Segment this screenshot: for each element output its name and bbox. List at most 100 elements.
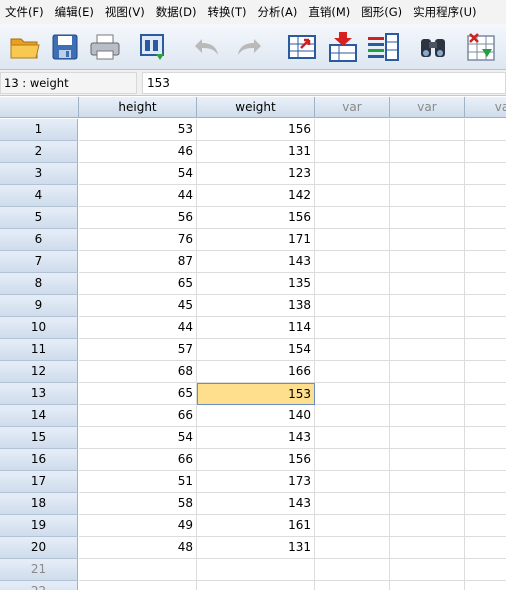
cell-empty-var[interactable] — [315, 141, 390, 163]
print-icon[interactable] — [88, 30, 122, 64]
row-number[interactable]: 12 — [0, 361, 78, 383]
menu-graphs[interactable]: 图形(G) — [356, 0, 402, 24]
row-number[interactable]: 14 — [0, 405, 78, 427]
row-number[interactable]: 1 — [0, 119, 78, 141]
row-number[interactable]: 3 — [0, 163, 78, 185]
cell-empty-var[interactable] — [465, 383, 506, 405]
cell-weight[interactable]: 135 — [197, 273, 315, 295]
row-number[interactable]: 15 — [0, 427, 78, 449]
cell-empty-var[interactable] — [390, 273, 465, 295]
row-number[interactable]: 5 — [0, 207, 78, 229]
cell-empty-var[interactable] — [390, 185, 465, 207]
cell-weight[interactable]: 138 — [197, 295, 315, 317]
cell-weight[interactable]: 161 — [197, 515, 315, 537]
cell-empty-var[interactable] — [315, 185, 390, 207]
cell-empty-var[interactable] — [390, 361, 465, 383]
menu-view[interactable]: 视图(V) — [100, 0, 145, 24]
cell-empty-var[interactable] — [390, 383, 465, 405]
cell-empty-var[interactable] — [465, 163, 506, 185]
cell-empty-var[interactable] — [465, 317, 506, 339]
cell-empty-var[interactable] — [390, 317, 465, 339]
cell-empty-var[interactable] — [390, 339, 465, 361]
cell-empty-var[interactable] — [465, 405, 506, 427]
cell-weight[interactable]: 131 — [197, 537, 315, 559]
row-number[interactable]: 4 — [0, 185, 78, 207]
cell-empty-var[interactable] — [465, 295, 506, 317]
cell-empty-var[interactable] — [465, 339, 506, 361]
cell-empty-var[interactable] — [315, 383, 390, 405]
row-number[interactable]: 7 — [0, 251, 78, 273]
cell-height[interactable]: 76 — [79, 229, 197, 251]
cell-height[interactable] — [79, 559, 197, 581]
cell-height[interactable]: 65 — [79, 273, 197, 295]
cell-weight[interactable]: 114 — [197, 317, 315, 339]
row-number[interactable]: 21 — [0, 559, 78, 581]
redo-icon[interactable] — [232, 30, 266, 64]
cell-empty-var[interactable] — [390, 559, 465, 581]
cell-weight[interactable]: 143 — [197, 427, 315, 449]
column-header-height[interactable]: height — [79, 97, 197, 118]
cell-empty-var[interactable] — [390, 119, 465, 141]
undo-icon[interactable] — [190, 30, 224, 64]
cell-empty-var[interactable] — [465, 251, 506, 273]
row-number[interactable]: 20 — [0, 537, 78, 559]
cell-empty-var[interactable] — [315, 427, 390, 449]
cell-empty-var[interactable] — [315, 273, 390, 295]
cell-empty-var[interactable] — [465, 515, 506, 537]
cell-empty-var[interactable] — [465, 119, 506, 141]
cell-empty-var[interactable] — [315, 251, 390, 273]
find-icon[interactable] — [416, 30, 450, 64]
cell-empty-var[interactable] — [315, 119, 390, 141]
cell-weight[interactable]: 142 — [197, 185, 315, 207]
row-number[interactable]: 9 — [0, 295, 78, 317]
column-header-weight[interactable]: weight — [197, 97, 315, 118]
cell-empty-var[interactable] — [465, 273, 506, 295]
cell-weight[interactable] — [197, 559, 315, 581]
cell-empty-var[interactable] — [465, 185, 506, 207]
menu-analyze[interactable]: 分析(A) — [253, 0, 298, 24]
cell-weight[interactable]: 156 — [197, 449, 315, 471]
recall-dialog-icon[interactable] — [136, 30, 170, 64]
cell-height[interactable]: 44 — [79, 185, 197, 207]
cell-height[interactable]: 45 — [79, 295, 197, 317]
cell-weight[interactable]: 173 — [197, 471, 315, 493]
cell-empty-var[interactable] — [390, 581, 465, 590]
cell-height[interactable]: 66 — [79, 449, 197, 471]
cell-empty-var[interactable] — [465, 361, 506, 383]
menu-file[interactable]: 文件(F) — [0, 0, 44, 24]
cell-height[interactable]: 87 — [79, 251, 197, 273]
grid-corner[interactable] — [0, 97, 79, 118]
cell-empty-var[interactable] — [465, 229, 506, 251]
cell-empty-var[interactable] — [315, 361, 390, 383]
cell-empty-var[interactable] — [465, 471, 506, 493]
cell-weight[interactable]: 123 — [197, 163, 315, 185]
cell-empty-var[interactable] — [465, 559, 506, 581]
cell-empty-var[interactable] — [465, 207, 506, 229]
cell-weight[interactable]: 171 — [197, 229, 315, 251]
split-file-icon[interactable] — [464, 30, 498, 64]
cell-height[interactable]: 54 — [79, 427, 197, 449]
cell-height[interactable] — [79, 581, 197, 590]
cell-value-editor[interactable]: 153 — [142, 72, 506, 94]
cell-height[interactable]: 54 — [79, 163, 197, 185]
cell-height[interactable]: 46 — [79, 141, 197, 163]
cell-empty-var[interactable] — [465, 141, 506, 163]
row-number[interactable]: 6 — [0, 229, 78, 251]
cell-empty-var[interactable] — [315, 163, 390, 185]
menu-data[interactable]: 数据(D) — [151, 0, 197, 24]
row-number[interactable]: 17 — [0, 471, 78, 493]
cell-weight[interactable]: 131 — [197, 141, 315, 163]
cell-height[interactable]: 49 — [79, 515, 197, 537]
cell-name-box[interactable]: 13 : weight — [0, 72, 137, 94]
row-number[interactable]: 22 — [0, 581, 78, 590]
cell-weight[interactable]: 166 — [197, 361, 315, 383]
cell-empty-var[interactable] — [390, 449, 465, 471]
cell-empty-var[interactable] — [390, 251, 465, 273]
cell-empty-var[interactable] — [315, 405, 390, 427]
cell-weight[interactable]: 156 — [197, 119, 315, 141]
goto-case-icon[interactable] — [286, 30, 320, 64]
cell-height[interactable]: 66 — [79, 405, 197, 427]
cell-empty-var[interactable] — [465, 493, 506, 515]
cell-height[interactable]: 51 — [79, 471, 197, 493]
row-number[interactable]: 19 — [0, 515, 78, 537]
